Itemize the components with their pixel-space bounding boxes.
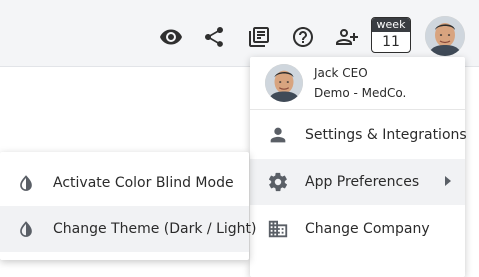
submenu-item-label: Activate Color Blind Mode — [53, 175, 234, 191]
menu-item-label: Settings & Integrations — [305, 127, 467, 143]
user-info: Jack CEO Demo - MedCo. — [250, 57, 465, 110]
gear-icon — [267, 171, 289, 193]
contrast-drop-icon — [16, 219, 36, 239]
menu-item-change-company[interactable]: Change Company — [250, 206, 465, 252]
week-calendar-badge[interactable]: week 11 — [371, 17, 411, 53]
avatar[interactable] — [425, 16, 465, 56]
user-name: Jack CEO — [314, 66, 368, 80]
app-preferences-submenu: Activate Color Blind Mode Change Theme (… — [0, 152, 257, 260]
menu-item-label: Change Company — [305, 221, 430, 237]
building-icon — [267, 218, 289, 240]
submenu-item-change-theme[interactable]: Change Theme (Dark / Light) — [0, 206, 257, 252]
user-organization: Demo - MedCo. — [314, 86, 407, 100]
library-books-icon[interactable] — [244, 22, 274, 52]
submenu-item-color-blind-mode[interactable]: Activate Color Blind Mode — [0, 160, 249, 206]
eye-icon[interactable] — [156, 22, 186, 52]
menu-item-settings-integrations[interactable]: Settings & Integrations — [250, 112, 467, 158]
account-menu: Jack CEO Demo - MedCo. Settings & Integr… — [250, 57, 467, 277]
menu-item-label: App Preferences — [305, 174, 420, 190]
menu-item-app-preferences[interactable]: App Preferences — [250, 159, 465, 205]
week-label: week — [372, 18, 410, 32]
submenu-item-label: Change Theme (Dark / Light) — [53, 221, 257, 237]
person-icon — [267, 124, 289, 146]
week-number: 11 — [382, 34, 400, 50]
chevron-right-icon — [445, 176, 451, 186]
contrast-drop-icon — [16, 173, 36, 193]
user-avatar — [265, 64, 303, 102]
help-circle-icon[interactable] — [288, 22, 318, 52]
share-icon[interactable] — [199, 22, 229, 52]
add-user-icon[interactable] — [332, 22, 362, 52]
